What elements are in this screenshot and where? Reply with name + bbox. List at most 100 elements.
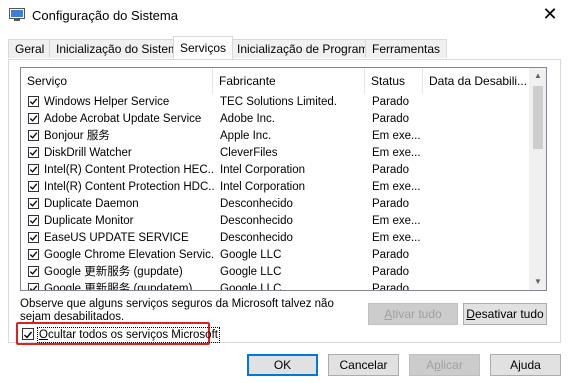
service-manufacturer: TEC Solutions Limited. — [220, 96, 337, 108]
service-status: Parado — [372, 249, 410, 261]
service-checkbox[interactable] — [28, 181, 39, 192]
button-label: Ajuda — [510, 358, 541, 372]
service-checkbox[interactable] — [28, 147, 39, 158]
service-name: Bonjour 服务 — [44, 130, 110, 142]
service-name: Google 更新服务 (gupdatem) — [44, 283, 193, 291]
checkmark-icon — [29, 268, 38, 275]
service-status: Em exe... — [372, 130, 421, 142]
tab-services[interactable]: Serviços — [173, 36, 234, 59]
service-checkbox[interactable] — [28, 249, 39, 260]
service-manufacturer: Desconhecido — [220, 198, 293, 210]
column-header-status[interactable]: Status — [365, 68, 423, 94]
service-status: Parado — [372, 198, 410, 210]
table-row[interactable]: Google Chrome Elevation Servic... Google … — [21, 247, 531, 264]
service-name: Duplicate Daemon — [44, 198, 139, 210]
column-header-manufacturer[interactable]: Fabricante — [213, 68, 365, 94]
table-row[interactable]: Duplicate Monitor Desconhecido Em exe... — [21, 213, 531, 230]
service-status: Em exe... — [372, 215, 421, 227]
hide-microsoft-services-highlight: Ocultar todos os serviços Microsoft — [16, 322, 220, 345]
tab-geral[interactable]: Geral — [8, 39, 52, 58]
checkmark-icon — [29, 98, 38, 105]
help-button[interactable]: Ajuda — [490, 354, 561, 376]
table-row[interactable]: Duplicate Daemon Desconhecido Parado — [21, 196, 531, 213]
checkmark-icon — [29, 234, 38, 241]
tab-label: Ferramentas — [372, 42, 441, 56]
tab-system-startup[interactable]: Inicialização do Sistema — [49, 39, 192, 58]
service-manufacturer: CleverFiles — [220, 147, 278, 159]
service-checkbox[interactable] — [28, 283, 39, 290]
service-name: Google 更新服务 (gupdate) — [44, 266, 183, 278]
scroll-up-icon[interactable]: ▲ — [530, 68, 546, 84]
checkmark-icon — [29, 183, 38, 190]
service-status: Em exe... — [372, 147, 421, 159]
checkmark-icon — [29, 285, 38, 290]
checkmark-icon — [29, 200, 38, 207]
service-status: Em exe... — [372, 181, 421, 193]
checkmark-icon — [29, 251, 38, 258]
checkmark-icon — [29, 149, 38, 156]
tab-label: Geral — [15, 42, 45, 56]
list-header: Serviço Fabricante Status Data da Desabi… — [21, 68, 531, 94]
table-row[interactable]: Google 更新服务 (gupdate) Google LLC Parado — [21, 264, 531, 281]
title-bar: Configuração do Sistema ✕ — [0, 0, 570, 31]
service-status: Parado — [372, 113, 410, 125]
tab-tools[interactable]: Ferramentas — [365, 39, 448, 58]
service-checkbox[interactable] — [28, 96, 39, 107]
column-header-service[interactable]: Serviço — [21, 68, 213, 94]
table-row[interactable]: EaseUS UPDATE SERVICE Desconhecido Em exe.… — [21, 230, 531, 247]
service-name: Duplicate Monitor — [44, 215, 134, 227]
service-checkbox[interactable] — [28, 266, 39, 277]
service-manufacturer: Adobe Inc. — [220, 113, 275, 125]
service-manufacturer: Google LLC — [220, 266, 282, 278]
service-status: Parado — [372, 283, 410, 291]
service-name: EaseUS UPDATE SERVICE — [44, 232, 189, 244]
service-manufacturer: Apple Inc. — [220, 130, 272, 142]
table-row[interactable]: Intel(R) Content Protection HEC... Intel … — [21, 162, 531, 179]
service-manufacturer: Google LLC — [220, 249, 282, 261]
cancel-button[interactable]: Cancelar — [328, 354, 399, 376]
tab-label: Inicialização do Sistema — [56, 42, 185, 56]
checkmark-icon — [29, 132, 38, 139]
tab-label: Serviços — [180, 41, 227, 55]
button-label: Ativar tudo — [384, 307, 442, 321]
ok-button[interactable]: OK — [247, 354, 318, 376]
service-name: Adobe Acrobat Update Service — [44, 113, 202, 125]
checkmark-icon — [29, 166, 38, 173]
hide-microsoft-services-label[interactable]: Ocultar todos os serviços Microsoft — [37, 327, 220, 343]
button-label: Desativar tudo — [466, 307, 544, 321]
service-checkbox[interactable] — [28, 215, 39, 226]
vertical-scrollbar[interactable]: ▲ ▼ — [529, 68, 546, 290]
service-checkbox[interactable] — [28, 198, 39, 209]
table-row[interactable]: Adobe Acrobat Update Service Adobe Inc. Pa… — [21, 111, 531, 128]
service-name: Intel(R) Content Protection HDC... — [44, 181, 214, 193]
disable-all-button[interactable]: Desativar tudo — [463, 303, 547, 325]
scroll-down-icon[interactable]: ▼ — [530, 274, 546, 290]
service-checkbox[interactable] — [28, 164, 39, 175]
button-label: Aplicar — [426, 358, 463, 372]
service-name: Google Chrome Elevation Servic... — [44, 249, 214, 261]
enable-all-button[interactable]: Ativar tudo — [368, 303, 458, 325]
hide-microsoft-services-checkbox[interactable] — [22, 328, 34, 340]
service-name: Intel(R) Content Protection HEC... — [44, 164, 214, 176]
table-row[interactable]: Google 更新服务 (gupdatem) Google LLC Parado — [21, 281, 531, 291]
service-status: Parado — [372, 266, 410, 278]
service-checkbox[interactable] — [28, 113, 39, 124]
app-icon — [9, 8, 25, 21]
service-checkbox[interactable] — [28, 232, 39, 243]
column-header-disabled-date[interactable]: Data da Desabili... — [423, 68, 531, 94]
apply-button[interactable]: Aplicar — [409, 354, 480, 376]
table-row[interactable]: Windows Helper Service TEC Solutions Limi… — [21, 94, 531, 111]
service-checkbox[interactable] — [28, 130, 39, 141]
checkmark-icon — [29, 115, 38, 122]
checkmark-icon — [29, 217, 38, 224]
tab-label: Inicialização de Programas — [237, 42, 382, 56]
service-manufacturer: Desconhecido — [220, 232, 293, 244]
scroll-thumb[interactable] — [533, 86, 543, 149]
close-icon[interactable]: ✕ — [540, 4, 560, 24]
table-row[interactable]: DiskDrill Watcher CleverFiles Em exe... — [21, 145, 531, 162]
table-row[interactable]: Intel(R) Content Protection HDC... Intel … — [21, 179, 531, 196]
button-label: OK — [273, 358, 292, 372]
services-list[interactable]: Serviço Fabricante Status Data da Desabi… — [20, 67, 547, 291]
button-label: Cancelar — [339, 358, 388, 372]
table-row[interactable]: Bonjour 服务 Apple Inc. Em exe... — [21, 128, 531, 145]
